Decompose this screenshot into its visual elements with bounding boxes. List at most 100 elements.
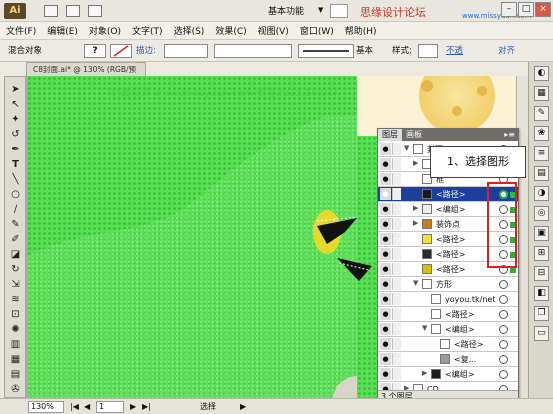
tab-artboards[interactable]: 画板 — [402, 129, 426, 141]
lock-toggle[interactable] — [392, 368, 401, 380]
magic-wand-icon[interactable]: ✦ — [8, 113, 23, 126]
eraser-icon[interactable]: ◪ — [8, 248, 23, 261]
layer-row[interactable]: ● ▼ <编组> — [378, 322, 518, 337]
lock-toggle[interactable] — [392, 323, 401, 335]
rotate-tool-icon[interactable]: ↻ — [8, 263, 23, 276]
transparency-icon[interactable]: ◑ — [534, 186, 549, 201]
panel-menu-icon[interactable]: ▸≡ — [504, 130, 515, 139]
gradient-tool-icon[interactable]: ▤ — [8, 368, 23, 381]
arrange-documents-icon[interactable] — [66, 5, 80, 17]
close-button[interactable]: × — [535, 2, 551, 17]
eye-icon[interactable]: ● — [380, 188, 391, 200]
lock-toggle[interactable] — [392, 233, 401, 245]
stroke-panel-icon[interactable]: ≡ — [534, 146, 549, 161]
layer-row[interactable]: ● <复... — [378, 352, 518, 367]
eye-icon[interactable]: ● — [380, 338, 391, 350]
first-page-icon[interactable]: |◀ — [70, 401, 79, 413]
lock-toggle[interactable] — [392, 263, 401, 275]
expand-triangle-icon[interactable]: ▼ — [422, 324, 427, 332]
layers-icon[interactable]: ❐ — [534, 306, 549, 321]
lock-toggle[interactable] — [392, 158, 401, 170]
lock-toggle[interactable] — [392, 248, 401, 260]
gradient-panel-icon[interactable]: ▤ — [534, 166, 549, 181]
variable-width-profile[interactable] — [214, 44, 292, 58]
eye-icon[interactable]: ● — [380, 218, 391, 230]
warp-tool-icon[interactable]: ≋ — [8, 293, 23, 306]
ellipse-tool-icon[interactable]: ○ — [8, 188, 23, 201]
expand-triangle-icon[interactable]: ▶ — [413, 204, 418, 212]
lasso-icon[interactable]: ↺ — [8, 128, 23, 141]
eye-icon[interactable]: ● — [380, 308, 391, 320]
swatches-icon[interactable]: ▦ — [534, 86, 549, 101]
color-panel-icon[interactable]: ◐ — [534, 66, 549, 81]
menu-select[interactable]: 选择(S) — [174, 24, 205, 37]
minimize-button[interactable]: – — [501, 2, 517, 17]
layer-row[interactable]: ● ▶ CD — [378, 382, 518, 390]
stroke-weight-field[interactable] — [164, 44, 208, 58]
graphic-style-swatch[interactable] — [418, 44, 438, 58]
prev-page-icon[interactable]: ◀ — [84, 401, 90, 413]
symbols-icon[interactable]: ❀ — [534, 126, 549, 141]
eye-icon[interactable]: ● — [380, 203, 391, 215]
appearance-icon[interactable]: ◎ — [534, 206, 549, 221]
lock-toggle[interactable] — [392, 203, 401, 215]
graphic-styles-icon[interactable]: ▣ — [534, 226, 549, 241]
opacity-link[interactable]: 不透 — [446, 44, 463, 58]
lock-toggle[interactable] — [392, 278, 401, 290]
eye-icon[interactable]: ● — [380, 323, 391, 335]
lock-toggle[interactable] — [392, 353, 401, 365]
lock-toggle[interactable] — [392, 173, 401, 185]
menu-edit[interactable]: 编辑(E) — [47, 24, 78, 37]
menu-help[interactable]: 帮助(H) — [345, 24, 377, 37]
graph-tool-icon[interactable]: ▥ — [8, 338, 23, 351]
last-page-icon[interactable]: ▶| — [142, 401, 151, 413]
lock-toggle[interactable] — [392, 188, 401, 200]
mesh-tool-icon[interactable]: ▦ — [8, 353, 23, 366]
eye-icon[interactable]: ● — [380, 293, 391, 305]
eye-icon[interactable]: ● — [380, 143, 391, 155]
layer-row[interactable]: ● <路径> — [378, 307, 518, 322]
lock-toggle[interactable] — [392, 338, 401, 350]
search-input[interactable] — [330, 4, 348, 18]
pencil-icon[interactable]: ✎ — [8, 218, 23, 231]
type-tool-icon[interactable]: T — [8, 158, 23, 171]
pen-tool-icon[interactable]: ✒ — [8, 143, 23, 156]
expand-triangle-icon[interactable]: ▶ — [413, 159, 418, 167]
brush-definition[interactable] — [298, 44, 354, 58]
direct-selection-icon[interactable]: ↖ — [8, 98, 23, 111]
next-page-icon[interactable]: ▶ — [130, 401, 136, 413]
target-circle-icon[interactable] — [499, 355, 508, 364]
eye-icon[interactable]: ● — [380, 173, 391, 185]
chevron-down-icon[interactable]: ▼ — [318, 6, 323, 14]
align-icon[interactable]: ⊟ — [534, 266, 549, 281]
page-field[interactable]: 1 — [96, 401, 124, 413]
eye-icon[interactable]: ● — [380, 368, 391, 380]
bridge-icon[interactable] — [44, 5, 58, 17]
menu-window[interactable]: 窗口(W) — [300, 24, 334, 37]
target-circle-icon[interactable] — [499, 370, 508, 379]
eye-icon[interactable]: ● — [380, 263, 391, 275]
eye-icon[interactable]: ● — [380, 158, 391, 170]
eye-icon[interactable]: ● — [380, 233, 391, 245]
lock-toggle[interactable] — [392, 308, 401, 320]
line-tool-icon[interactable]: ╲ — [8, 173, 23, 186]
target-circle-icon[interactable] — [499, 310, 508, 319]
fill-swatch[interactable]: ? — [84, 44, 106, 58]
layer-row[interactable]: ● ▶ <编组> — [378, 367, 518, 382]
menu-view[interactable]: 视图(V) — [258, 24, 289, 37]
menu-file[interactable]: 文件(F) — [6, 24, 36, 37]
lock-toggle[interactable] — [392, 218, 401, 230]
blob-brush-icon[interactable]: ✐ — [8, 233, 23, 246]
expand-triangle-icon[interactable]: ▶ — [422, 369, 427, 377]
symbol-sprayer-icon[interactable]: ✺ — [8, 323, 23, 336]
brushes-icon[interactable]: ✎ — [534, 106, 549, 121]
eye-icon[interactable]: ● — [380, 383, 391, 390]
lock-toggle[interactable] — [392, 143, 401, 155]
eye-icon[interactable]: ● — [380, 353, 391, 365]
lock-toggle[interactable] — [392, 383, 401, 390]
target-circle-icon[interactable] — [499, 280, 508, 289]
align-link[interactable]: 对齐 — [498, 44, 515, 58]
target-circle-icon[interactable] — [499, 325, 508, 334]
free-transform-icon[interactable]: ⊡ — [8, 308, 23, 321]
menu-effect[interactable]: 效果(C) — [215, 24, 246, 37]
